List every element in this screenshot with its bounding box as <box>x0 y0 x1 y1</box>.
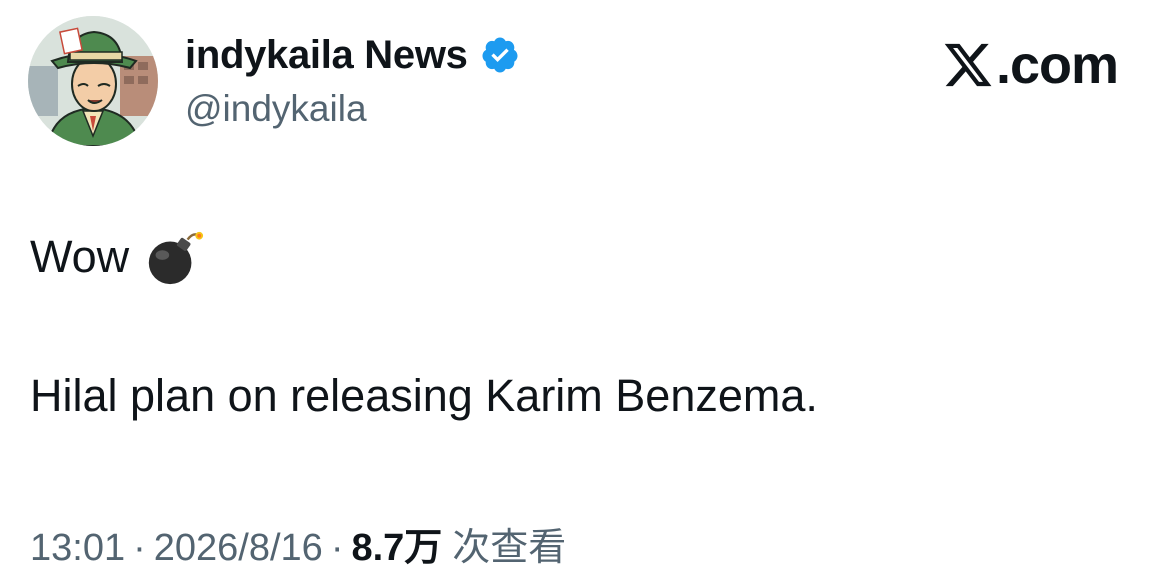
brand-domain-label: .com <box>995 35 1119 95</box>
avatar[interactable] <box>28 16 158 146</box>
tweet-text-line-1: Wow <box>30 226 205 288</box>
tweet-text-wow: Wow <box>30 231 130 282</box>
tweet-card: indykaila News @indykaila .com Wow Hilal… <box>0 0 1170 569</box>
view-count[interactable]: 8.7万 <box>351 516 442 571</box>
bomb-icon <box>143 226 205 288</box>
author-display-name[interactable]: indykaila News <box>185 33 468 78</box>
author-handle[interactable]: @indykaila <box>185 88 367 130</box>
verified-badge-icon <box>480 35 520 75</box>
avatar-illustration-icon <box>28 16 158 146</box>
brand-logo: .com <box>942 34 1119 96</box>
meta-separator: · <box>133 527 146 569</box>
author-name-row[interactable]: indykaila News <box>185 30 520 80</box>
tweet-date[interactable]: 2026/8/16 <box>154 527 323 570</box>
tweet-meta: 13:01 · 2026/8/16 · 8.7万 次查看 <box>30 516 566 571</box>
tweet-text-line-2: Hilal plan on releasing Karim Benzema. <box>30 370 818 421</box>
meta-separator: · <box>330 527 344 569</box>
x-logo-icon <box>942 39 994 91</box>
view-count-label[interactable]: 次查看 <box>452 516 566 571</box>
tweet-time[interactable]: 13:01 <box>30 527 125 570</box>
